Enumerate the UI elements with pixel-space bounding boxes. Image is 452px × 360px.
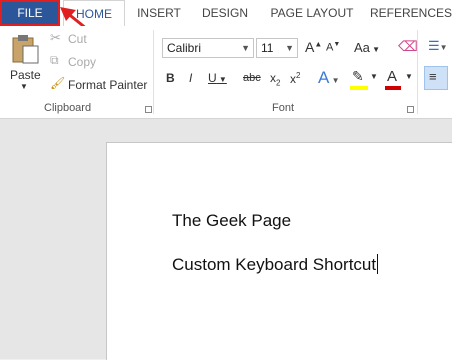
tab-design[interactable]: DESIGN [196, 0, 254, 26]
italic-button[interactable]: I [189, 71, 192, 85]
font-group-label: Font [272, 102, 295, 114]
strikethrough-button[interactable]: abc [243, 72, 261, 84]
dialog-launcher-icon[interactable] [145, 106, 152, 113]
ribbon: Paste ▼ ✂ Cut ⧉ Copy 🖌 Format Painter Cl… [0, 26, 452, 119]
paste-label: Paste [10, 68, 41, 82]
copy-icon: ⧉ [50, 53, 59, 67]
bold-button[interactable]: B [166, 71, 175, 85]
group-divider [153, 30, 154, 114]
scissors-icon: ✂ [50, 30, 61, 45]
chevron-down-icon: ▼ [241, 43, 250, 53]
text-effects-button[interactable]: A ▼ [318, 68, 339, 88]
tab-file[interactable]: FILE [0, 0, 60, 26]
cut-label: Cut [68, 32, 87, 46]
text-caret [377, 254, 379, 274]
highlighter-icon: ✎ [352, 68, 364, 84]
text-effects-label: A [318, 68, 330, 87]
font-family-value: Calibri [167, 41, 202, 55]
font-family-combo[interactable]: Calibri ▼ [162, 38, 254, 58]
chevron-down-icon: ▼ [20, 82, 28, 91]
font-size-value: 11 [261, 41, 274, 55]
dialog-launcher-icon[interactable] [407, 106, 414, 113]
chevron-down-icon: ▼ [405, 72, 413, 81]
grow-font-label: A [305, 39, 315, 55]
superscript-button[interactable]: x2 [290, 71, 300, 86]
format-painter-button[interactable]: 🖌 Format Painter [50, 76, 150, 94]
chevron-down-icon: ▼ [370, 72, 378, 81]
document-line-2-text: Custom Keyboard Shortcut [172, 255, 377, 274]
copy-label: Copy [68, 55, 97, 69]
align-left-button[interactable]: ≡ [424, 66, 448, 90]
change-case-button[interactable]: Aa ▼ [354, 40, 380, 55]
group-divider [417, 30, 418, 114]
underline-label: U [208, 71, 217, 85]
document-line-2[interactable]: Custom Keyboard Shortcut [172, 254, 379, 275]
subscript-button[interactable]: x2 [270, 71, 280, 87]
grow-font-button[interactable]: A▲ [305, 39, 322, 55]
align-left-icon: ≡ [429, 69, 437, 84]
font-size-combo[interactable]: 11 ▼ [256, 38, 298, 58]
highlight-color-button[interactable]: ✎ ▼ [350, 68, 378, 92]
bullets-icon[interactable]: ☰▼ [428, 38, 448, 54]
clipboard-group-label: Clipboard [44, 102, 92, 114]
chevron-down-icon: ▼ [285, 43, 294, 53]
font-color-label: A [387, 68, 398, 85]
format-painter-label: Format Painter [68, 78, 148, 92]
tab-references[interactable]: REFERENCES [370, 0, 452, 26]
document-page[interactable]: The Geek Page Custom Keyboard Shortcut [106, 142, 452, 360]
tab-insert[interactable]: INSERT [130, 0, 188, 26]
document-line-1[interactable]: The Geek Page [172, 211, 291, 231]
clear-formatting-icon[interactable]: ⌫ [398, 38, 418, 55]
paste-button[interactable]: Paste ▼ [6, 32, 44, 94]
cut-button[interactable]: ✂ Cut [50, 30, 110, 48]
underline-button[interactable]: U ▼ [208, 71, 227, 85]
paintbrush-icon: 🖌 [50, 76, 66, 90]
clipboard-icon [12, 35, 39, 64]
font-color-button[interactable]: A ▼ [385, 68, 413, 92]
shrink-font-button[interactable]: A▼ [326, 41, 340, 54]
tab-page-layout[interactable]: PAGE LAYOUT [266, 0, 358, 26]
copy-button[interactable]: ⧉ Copy [50, 53, 110, 71]
change-case-label: Aa [354, 40, 370, 55]
